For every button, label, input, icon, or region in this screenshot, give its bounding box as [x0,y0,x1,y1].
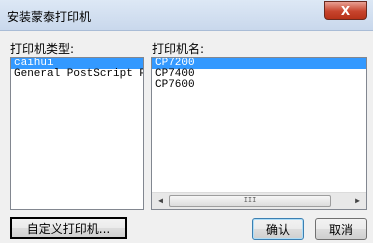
scroll-left-icon[interactable]: ◀ [152,193,169,209]
printer-type-list[interactable]: caihui General PostScript Pr [10,57,144,210]
window-title: 安装蒙泰打印机 [7,10,92,24]
list-item-general-postscript[interactable]: General PostScript Pr [11,69,143,80]
list-item-cp7600[interactable]: CP7600 [152,80,366,91]
printer-name-list[interactable]: CP7200 CP7400 CP7600 ◀ III ▶ [151,57,367,210]
custom-printer-button[interactable]: 自定义打印机... [10,217,127,239]
ok-button[interactable]: 确认 [252,218,304,240]
close-icon: X [340,3,351,18]
scrollbar-grip-icon: III [243,197,257,205]
close-button[interactable]: X [324,1,367,20]
scroll-right-icon[interactable]: ▶ [349,193,366,209]
title-bar: 安装蒙泰打印机 X [0,0,373,31]
printer-name-label: 打印机名: [152,42,205,56]
horizontal-scrollbar[interactable]: ◀ III ▶ [152,192,366,209]
printer-type-label: 打印机类型: [10,42,75,56]
cancel-button[interactable]: 取消 [315,218,367,240]
scrollbar-thumb[interactable]: III [169,195,331,207]
